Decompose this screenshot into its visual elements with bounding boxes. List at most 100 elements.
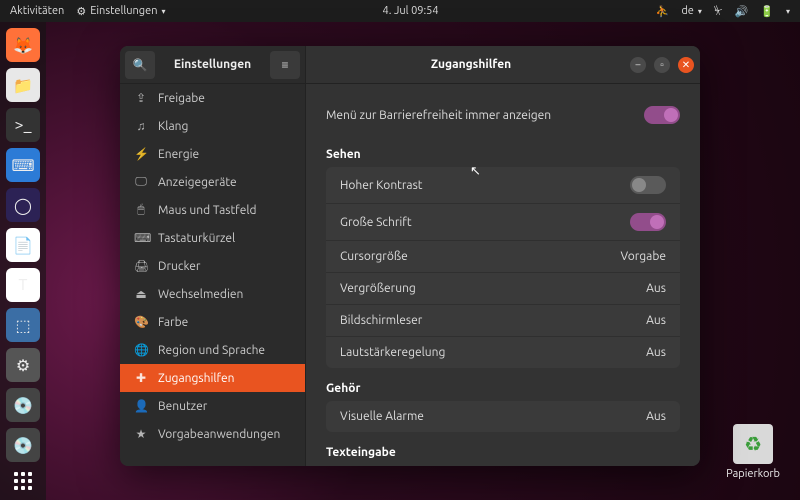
sehen-group: Hoher Kontrast Große Schrift CursorgrößeVo… — [326, 167, 680, 368]
sidebar-item-label: Wechselmedien — [158, 288, 243, 301]
sidebar-item-vorgabeanwendungen[interactable]: ★Vorgabeanwendungen — [120, 420, 305, 448]
sidebar-item-klang[interactable]: ♫Klang — [120, 112, 305, 140]
sehen-row[interactable]: BildschirmleserAus — [326, 305, 680, 337]
chevron-down-icon[interactable]: ▾ — [786, 7, 790, 16]
sidebar-item-label: Anzeigegeräte — [158, 176, 237, 189]
clock[interactable]: 4. Jul 09:54 — [166, 5, 656, 17]
menu-icon: ≡ — [281, 58, 288, 72]
sidebar-item-label: Freigabe — [158, 92, 205, 105]
section-texteingabe: Texteingabe — [326, 446, 680, 459]
sidebar-icon: ♫ — [134, 119, 148, 133]
dock-app-firefox[interactable]: 🦊 — [6, 28, 40, 62]
sidebar-item-farbe[interactable]: 🎨 Farbe — [120, 308, 305, 336]
sidebar-item-maus-und-tastfeld[interactable]: 🖱 Maus und Tastfeld — [120, 196, 305, 224]
recycle-icon: ♻ — [733, 424, 773, 464]
sidebar-item-wechselmedien[interactable]: ⏏ Wechselmedien — [120, 280, 305, 308]
sidebar-item-drucker[interactable]: 🖨Drucker — [120, 252, 305, 280]
sehen-row: Hoher Kontrast — [326, 167, 680, 204]
sehen-value: Aus — [646, 314, 666, 327]
dock-app-screenshot[interactable]: ⬚ — [6, 308, 40, 342]
dock-app-disc1[interactable]: 💿 — [6, 388, 40, 422]
accessibility-icon[interactable]: ⛹ — [656, 5, 670, 18]
show-apps-button[interactable] — [14, 472, 32, 490]
dock-app-disc2[interactable]: 💿 — [6, 428, 40, 462]
sidebar-icon: 🖱 — [134, 203, 148, 217]
sidebar-item-label: Zugangshilfen — [158, 372, 235, 385]
sehen-row[interactable]: LautstärkeregelungAus — [326, 337, 680, 368]
sidebar-item-energie[interactable]: ⚡Energie — [120, 140, 305, 168]
app-menu-label: Einstellungen — [90, 5, 157, 17]
sehen-row[interactable]: CursorgrößeVorgabe — [326, 241, 680, 273]
dock: 🦊 📁 >_ ⌨ ◯ 📄 T ⬚ ⚙ 💿 💿 — [0, 22, 46, 500]
sidebar-icon: 🌐 — [134, 343, 148, 357]
activities-button[interactable]: Aktivitäten — [10, 5, 64, 17]
sidebar-icon: ⏏ — [134, 287, 148, 301]
minimize-button[interactable]: – — [630, 57, 646, 73]
top-panel: Aktivitäten ⚙ Einstellungen ▾ 4. Jul 09:… — [0, 0, 800, 22]
always-show-a11y-toggle[interactable] — [644, 106, 680, 124]
sehen-value: Aus — [646, 282, 666, 295]
sehen-label: Cursorgröße — [340, 250, 621, 263]
maximize-button[interactable]: ▫ — [654, 57, 670, 73]
sidebar-icon: 🖵 — [134, 175, 148, 189]
dock-app-libreoffice[interactable]: 📄 — [6, 228, 40, 262]
sehen-toggle[interactable] — [630, 213, 666, 231]
sidebar-item-benutzer[interactable]: 👤 Benutzer — [120, 392, 305, 420]
sidebar-icon: 👤 — [134, 399, 148, 413]
sidebar-item-label: Region und Sprache — [158, 344, 265, 357]
sidebar-item-label: Farbe — [158, 316, 188, 329]
trash-label: Papierkorb — [726, 468, 780, 480]
section-sehen: Sehen — [326, 148, 680, 161]
titlebar[interactable]: 🔍 Einstellungen ≡ Zugangshilfen – ▫ ✕ — [120, 46, 700, 84]
sehen-value: Aus — [646, 346, 666, 359]
dock-app-eclipse[interactable]: ◯ — [6, 188, 40, 222]
sidebar-item-zugangshilfen[interactable]: ✚Zugangshilfen — [120, 364, 305, 392]
sidebar-icon: 🎨 — [134, 315, 148, 329]
settings-window: 🔍 Einstellungen ≡ Zugangshilfen – ▫ ✕ ⇪ F… — [120, 46, 700, 466]
sidebar-item-freigabe[interactable]: ⇪ Freigabe — [120, 84, 305, 112]
sehen-toggle[interactable] — [630, 176, 666, 194]
trash-desktop-icon[interactable]: ♻ Papierkorb — [726, 424, 780, 480]
gehoer-row[interactable]: Visuelle AlarmeAus — [326, 401, 680, 432]
battery-icon[interactable]: 🔋 — [760, 5, 774, 18]
input-source-label: de — [681, 5, 694, 17]
dock-app-files[interactable]: 📁 — [6, 68, 40, 102]
hamburger-button[interactable]: ≡ — [270, 51, 300, 79]
input-source[interactable]: de ▾ — [681, 5, 702, 17]
sidebar-item-tastaturkürzel[interactable]: ⌨Tastaturkürzel — [120, 224, 305, 252]
sehen-label: Große Schrift — [340, 216, 630, 229]
app-menu[interactable]: ⚙ Einstellungen ▾ — [76, 5, 165, 18]
sidebar-icon: ⚡ — [134, 147, 148, 161]
dock-app-text-editor[interactable]: T — [6, 268, 40, 302]
volume-icon[interactable]: 🔊 — [735, 5, 749, 18]
chevron-down-icon: ▾ — [698, 7, 702, 16]
gehoer-value: Aus — [646, 410, 666, 423]
maximize-icon: ▫ — [660, 59, 664, 71]
search-button[interactable]: 🔍 — [125, 51, 155, 79]
sidebar-item-label: Vorgabeanwendungen — [158, 428, 280, 441]
sehen-label: Lautstärkeregelung — [340, 346, 646, 359]
section-gehoer: Gehör — [326, 382, 680, 395]
dock-app-terminal[interactable]: >_ — [6, 108, 40, 142]
sehen-row[interactable]: VergrößerungAus — [326, 273, 680, 305]
sehen-label: Hoher Kontrast — [340, 179, 630, 192]
sehen-label: Bildschirmleser — [340, 314, 646, 327]
sidebar-icon: ⇪ — [134, 91, 148, 105]
close-icon: ✕ — [682, 59, 690, 71]
cursor-icon: ↖ — [470, 164, 481, 179]
search-icon: 🔍 — [133, 58, 148, 72]
sidebar-item-label: Tastaturkürzel — [158, 232, 235, 245]
sehen-label: Vergrößerung — [340, 282, 646, 295]
sehen-row: Große Schrift — [326, 204, 680, 241]
sidebar-item-label: Maus und Tastfeld — [158, 204, 257, 217]
network-icon[interactable]: ⏧ — [714, 5, 723, 18]
close-button[interactable]: ✕ — [678, 57, 694, 73]
sidebar-item-label: Benutzer — [158, 400, 207, 413]
dock-app-vscode[interactable]: ⌨ — [6, 148, 40, 182]
dock-app-settings[interactable]: ⚙ — [6, 348, 40, 382]
sidebar-item-anzeigegeräte[interactable]: 🖵 Anzeigegeräte — [120, 168, 305, 196]
sidebar-title: Einstellungen — [160, 58, 265, 71]
gehoer-group: Visuelle AlarmeAus — [326, 401, 680, 432]
settings-content: Menü zur Barrierefreiheit immer anzeigen… — [306, 84, 700, 466]
sidebar-item-region-und-sprache[interactable]: 🌐 Region und Sprache — [120, 336, 305, 364]
